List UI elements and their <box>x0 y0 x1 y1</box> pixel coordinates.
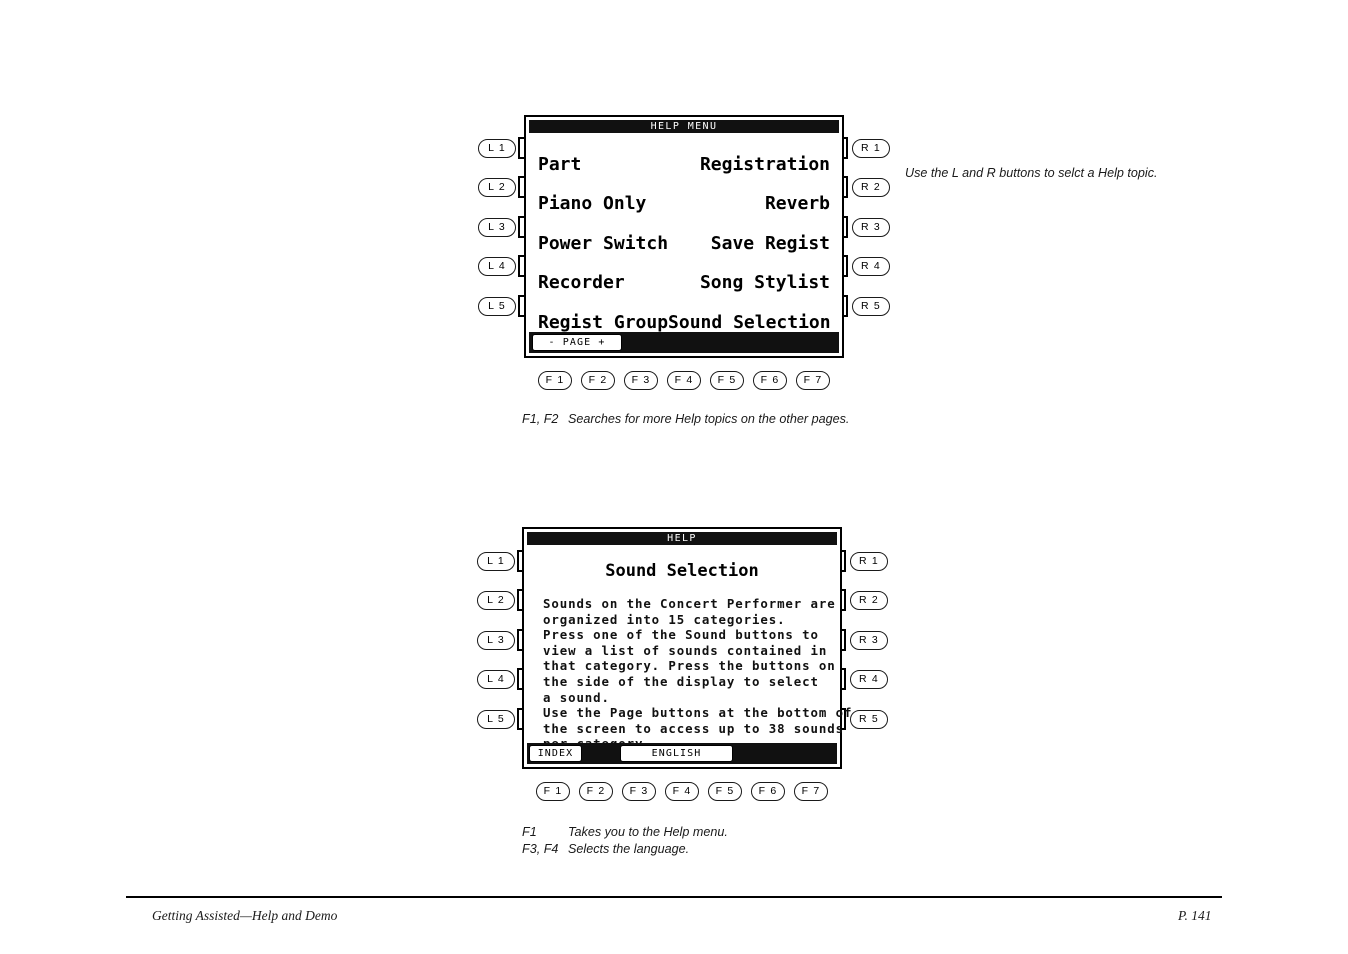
function-key-f6-2-label: F 6 <box>758 785 778 798</box>
help-topic-display: HELP Sound Selection Sounds on the Conce… <box>522 527 853 769</box>
side-button-l1-2[interactable]: L 1 <box>477 552 515 571</box>
footer-section-title: Getting Assisted—Help and Demo <box>152 908 338 923</box>
caption-text-2a: Takes you to the Help menu. <box>568 825 728 839</box>
function-key-f3-2[interactable]: F 3 <box>622 782 656 801</box>
side-button-l2-2-label: L 2 <box>487 594 505 607</box>
function-key-f2-2-label: F 2 <box>586 785 606 798</box>
side-button-r4-2-label: R 4 <box>859 673 879 686</box>
side-button-l1-2-label: L 1 <box>487 555 505 568</box>
help-topic-content: Sound Selection Sounds on the Concert Pe… <box>524 545 853 751</box>
caption-key-2a: F1 <box>522 825 537 839</box>
index-softkey-label: INDEX <box>537 748 574 759</box>
index-softkey-button[interactable]: INDEX <box>529 745 582 762</box>
left-button-column-2: L 1 L 2 L 3 L 4 L 5 <box>477 0 519 760</box>
right-button-column-2: R 1 R 2 R 3 R 4 R 5 <box>850 0 892 760</box>
caption-row-2b: F3, F4 Selects the language. <box>522 841 862 858</box>
side-button-l2-2[interactable]: L 2 <box>477 591 515 610</box>
side-button-r1-2-label: R 1 <box>859 555 879 568</box>
function-key-f1-2-label: F 1 <box>543 785 563 798</box>
side-button-l5-2[interactable]: L 5 <box>477 710 515 729</box>
help-topic-body: Sounds on the Concert Performer are orga… <box>543 596 853 751</box>
english-softkey-button[interactable]: ENGLISH <box>620 745 733 762</box>
side-button-l3-2-label: L 3 <box>487 634 505 647</box>
side-button-l3-2[interactable]: L 3 <box>477 631 515 650</box>
function-key-f4-2[interactable]: F 4 <box>665 782 699 801</box>
help-topic-heading: Sound Selection <box>605 561 759 581</box>
english-softkey-label: ENGLISH <box>651 748 702 759</box>
side-button-r3-2[interactable]: R 3 <box>850 631 888 650</box>
side-button-r5-2[interactable]: R 5 <box>850 710 888 729</box>
function-key-f4-2-label: F 4 <box>672 785 692 798</box>
function-key-f5-2-label: F 5 <box>715 785 735 798</box>
function-key-f7-2[interactable]: F 7 <box>794 782 828 801</box>
function-key-row-2: F 1 F 2 F 3 F 4 F 5 F 6 F 7 <box>536 782 828 801</box>
side-button-r2-2[interactable]: R 2 <box>850 591 888 610</box>
function-key-f6-2[interactable]: F 6 <box>751 782 785 801</box>
figure2-caption: F1 Takes you to the Help menu. F3, F4 Se… <box>522 824 862 858</box>
side-button-r2-2-label: R 2 <box>859 594 879 607</box>
side-button-r5-2-label: R 5 <box>859 713 879 726</box>
display-title-bar-2: HELP <box>527 532 837 545</box>
function-key-f3-2-label: F 3 <box>629 785 649 798</box>
caption-key-2b: F3, F4 <box>522 842 559 856</box>
function-key-f7-2-label: F 7 <box>801 785 821 798</box>
function-key-f2-2[interactable]: F 2 <box>579 782 613 801</box>
side-button-l5-2-label: L 5 <box>487 713 505 726</box>
caption-text-2b: Selects the language. <box>568 842 690 856</box>
side-button-r1-2[interactable]: R 1 <box>850 552 888 571</box>
side-button-r3-2-label: R 3 <box>859 634 879 647</box>
side-button-r4-2[interactable]: R 4 <box>850 670 888 689</box>
display-softkey-bar-2: INDEX ENGLISH <box>527 743 837 764</box>
caption-row-2a: F1 Takes you to the Help menu. <box>522 824 862 841</box>
help-topic-figure: L 1 L 2 L 3 L 4 L 5 R 1 R 2 R 3 R 4 R 5 … <box>0 0 1348 880</box>
side-button-l4-2-label: L 4 <box>487 673 505 686</box>
display-title-text-2: HELP <box>667 533 697 544</box>
footer-page-number: P. 141 <box>1178 908 1212 923</box>
function-key-f5-2[interactable]: F 5 <box>708 782 742 801</box>
side-button-l4-2[interactable]: L 4 <box>477 670 515 689</box>
footer-divider <box>126 896 1222 899</box>
function-key-f1-2[interactable]: F 1 <box>536 782 570 801</box>
